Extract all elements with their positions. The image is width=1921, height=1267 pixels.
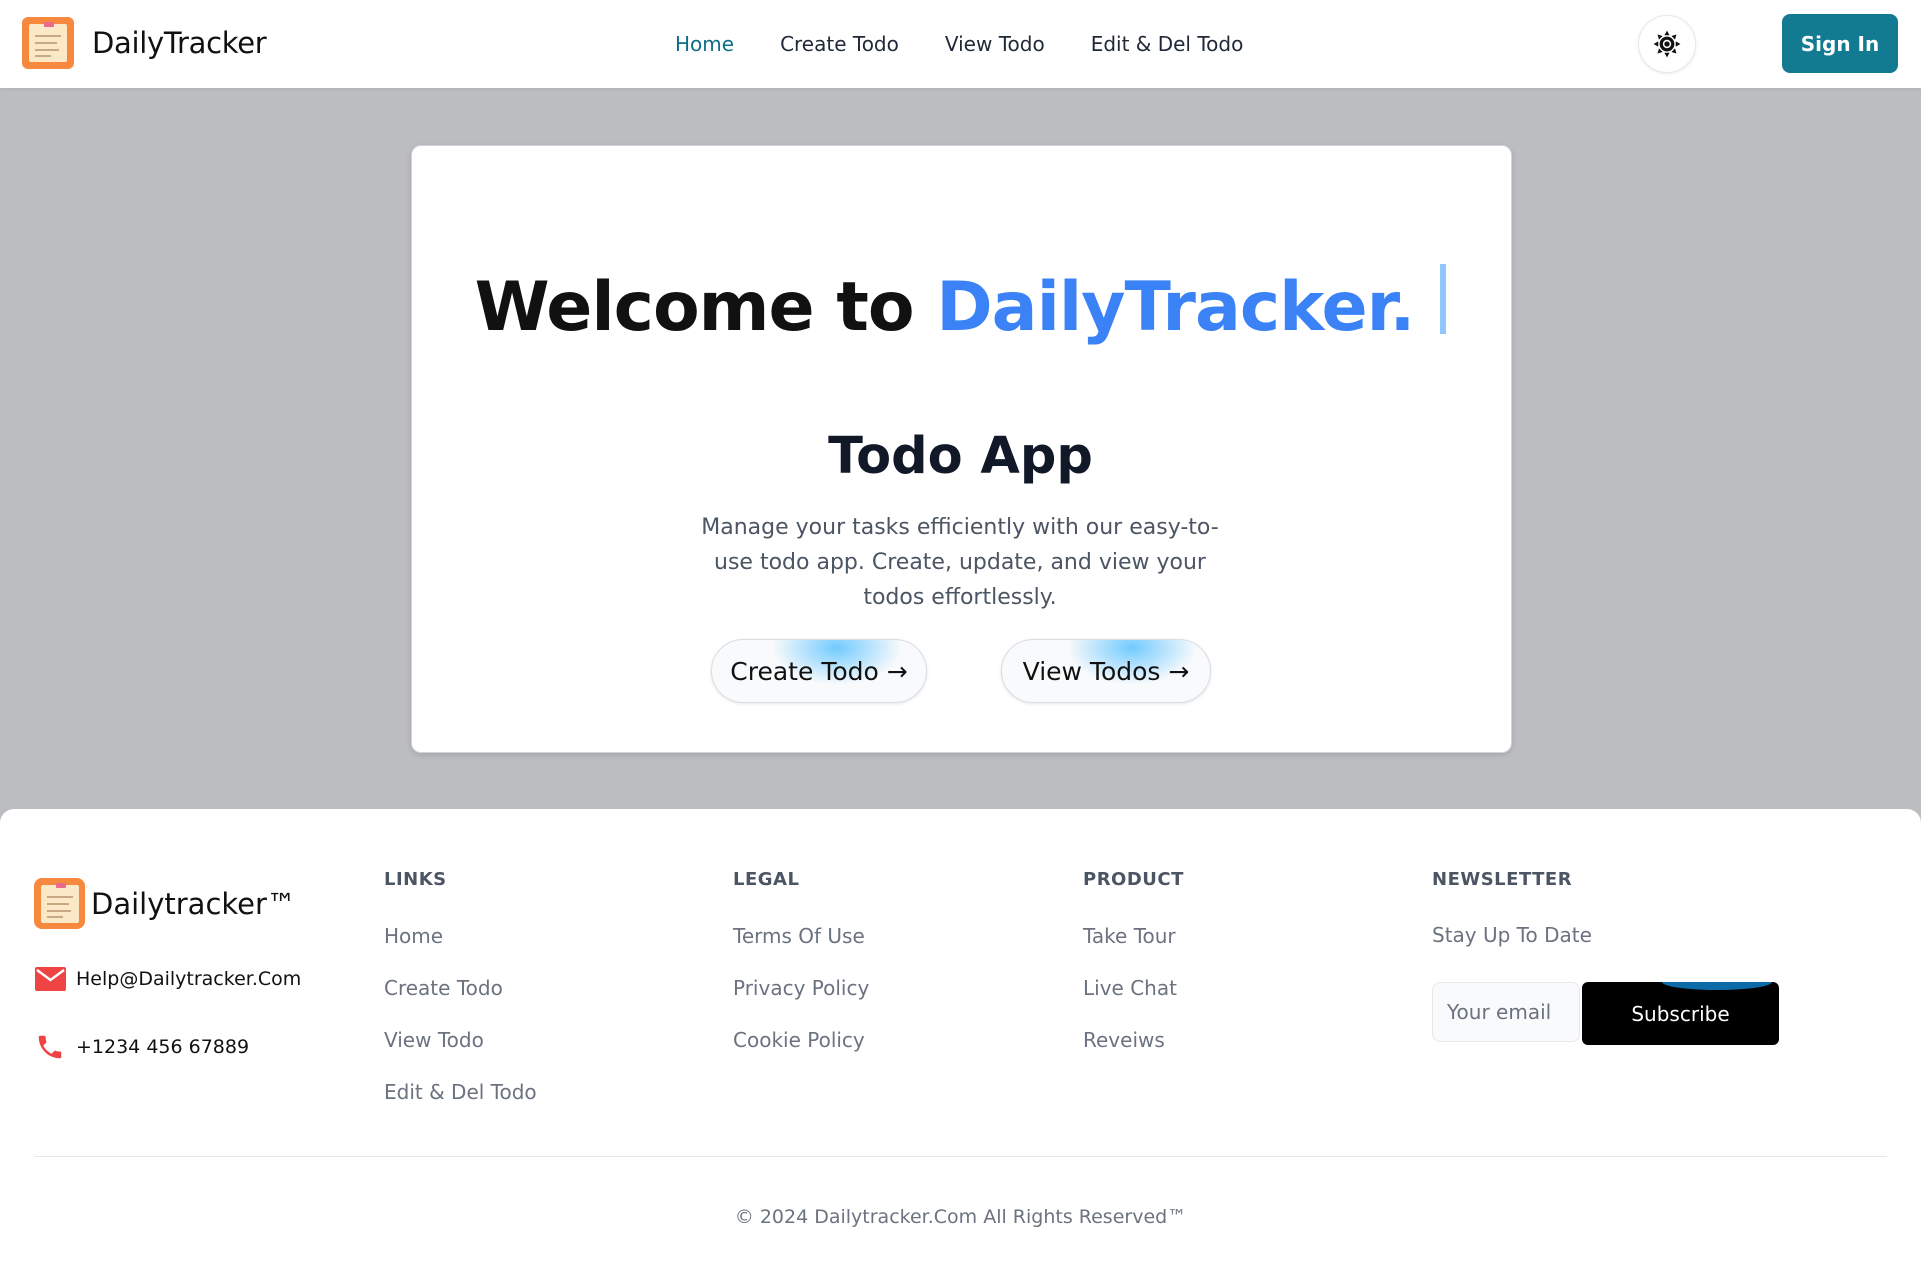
footer-link-create-todo[interactable]: Create Todo <box>384 975 537 1027</box>
nav-create-todo[interactable]: Create Todo <box>780 32 899 56</box>
footer: Dailytracker™ Help@Dailytracker.Com +123… <box>0 809 1921 1267</box>
footer-link-take-tour[interactable]: Take Tour <box>1083 923 1184 975</box>
nav-home[interactable]: Home <box>675 32 734 56</box>
create-todo-label: Create Todo → <box>730 656 908 686</box>
newsletter-text: Stay Up To Date <box>1432 923 1592 947</box>
view-todos-label: View Todos → <box>1022 656 1190 686</box>
nav-view-todo[interactable]: View Todo <box>945 32 1045 56</box>
welcome-headline: Welcome to DailyTracker. <box>0 263 1921 347</box>
brand-name: DailyTracker <box>92 26 267 60</box>
footer-link-cookie[interactable]: Cookie Policy <box>733 1027 869 1079</box>
brand[interactable]: DailyTracker <box>22 17 267 69</box>
footer-phone[interactable]: +1234 456 67889 <box>34 1031 249 1063</box>
theme-toggle-button[interactable] <box>1638 15 1696 73</box>
footer-phone-text: +1234 456 67889 <box>76 1036 250 1058</box>
typing-caret <box>1440 263 1447 334</box>
footer-link-edit-del-todo[interactable]: Edit & Del Todo <box>384 1079 537 1131</box>
welcome-prefix: Welcome to <box>474 267 937 347</box>
create-todo-button[interactable]: Create Todo → <box>711 639 927 703</box>
footer-newsletter: NEWSLETTER Stay Up To Date <box>1432 869 1592 947</box>
subscribe-button[interactable]: Subscribe <box>1582 982 1779 1045</box>
footer-brand[interactable]: Dailytracker™ <box>34 878 296 929</box>
footer-link-view-todo[interactable]: View Todo <box>384 1027 537 1079</box>
newsletter-email-input[interactable] <box>1432 982 1580 1042</box>
footer-link-live-chat[interactable]: Live Chat <box>1083 975 1184 1027</box>
footer-product-column: PRODUCT Take Tour Live Chat Reveiws <box>1083 869 1184 1079</box>
main-nav: Home Create Todo View Todo Edit & Del To… <box>675 32 1289 56</box>
footer-link-terms[interactable]: Terms Of Use <box>733 923 869 975</box>
footer-link-home[interactable]: Home <box>384 923 537 975</box>
footer-divider <box>34 1156 1887 1157</box>
footer-email-text: Help@Dailytracker.Com <box>76 968 302 990</box>
sun-icon <box>1653 30 1681 58</box>
todo-list-logo-icon <box>34 878 85 929</box>
welcome-accent: DailyTracker. <box>936 267 1415 347</box>
todo-list-logo-icon <box>22 17 74 69</box>
footer-legal-heading: LEGAL <box>733 869 800 890</box>
footer-link-reviews[interactable]: Reveiws <box>1083 1027 1184 1079</box>
mail-icon <box>34 963 66 995</box>
sign-in-button[interactable]: Sign In <box>1782 14 1898 73</box>
footer-legal-column: LEGAL Terms Of Use Privacy Policy Cookie… <box>733 869 869 1079</box>
phone-icon <box>34 1031 66 1063</box>
view-todos-button[interactable]: View Todos → <box>1001 639 1211 703</box>
footer-link-privacy[interactable]: Privacy Policy <box>733 975 869 1027</box>
footer-links-heading: LINKS <box>384 869 447 890</box>
copyright: © 2024 Dailytracker.Com All Rights Reser… <box>734 1206 1187 1228</box>
nav-edit-del-todo[interactable]: Edit & Del Todo <box>1091 32 1244 56</box>
footer-links-column: LINKS Home Create Todo View Todo Edit & … <box>384 869 537 1131</box>
footer-product-heading: PRODUCT <box>1083 869 1184 890</box>
footer-newsletter-heading: NEWSLETTER <box>1432 869 1573 890</box>
footer-brand-name: Dailytracker™ <box>91 886 296 921</box>
app-title: Todo App <box>828 427 1093 487</box>
app-description: Manage your tasks efficiently with our e… <box>701 515 1219 610</box>
navbar: DailyTracker Home Create Todo View Todo … <box>0 0 1921 88</box>
footer-email[interactable]: Help@Dailytracker.Com <box>34 963 301 995</box>
subscribe-label: Subscribe <box>1631 1001 1730 1026</box>
